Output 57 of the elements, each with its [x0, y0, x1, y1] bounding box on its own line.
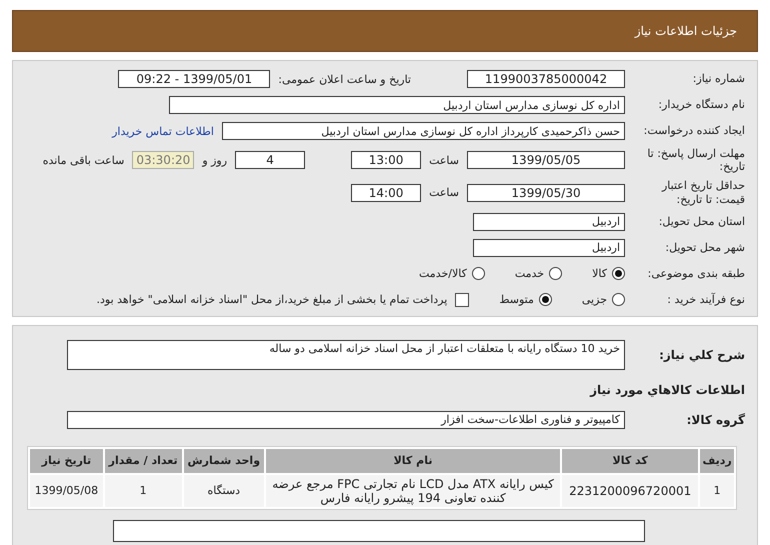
deadline-time-field: 13:00: [351, 151, 422, 170]
radio-label: کالا: [592, 267, 607, 280]
deadline-date-field: 1399/05/05: [467, 151, 625, 170]
column-header: تاریخ نیاز: [30, 448, 103, 473]
section-heading: اطلاعات کالاهاي مورد نياز: [590, 382, 745, 397]
field-label: ایجاد کننده درخواست:: [642, 124, 745, 138]
column-header: تعداد / مقدار: [104, 448, 182, 473]
field-label: نام دستگاه خریدار:: [657, 98, 745, 112]
field-label: گروه کالا:: [686, 412, 745, 427]
column-header: نام کالا: [266, 448, 560, 473]
need-number-field: 1199003785000042: [467, 70, 625, 88]
field-label: حداقل تاریخ اعتبار قیمت: تا تاریخ:: [660, 179, 745, 206]
days-label: روز و: [202, 154, 228, 167]
city-field: اردبیل: [473, 238, 625, 257]
radio-label: کالا/خدمت: [419, 267, 467, 280]
field-label: شهر محل تحویل:: [664, 241, 745, 254]
field-label: تاریخ و ساعت اعلان عمومی:: [278, 72, 411, 86]
goods-group-field: کامپیوتر و فناوری اطلاعات-سخت افزار: [67, 410, 625, 429]
radio-button[interactable]: [472, 267, 485, 280]
table-cell: 2231200096720001: [562, 474, 698, 507]
field-label: نوع فرآیند خرید :: [666, 293, 745, 306]
radio-label: خدمت: [514, 267, 544, 280]
table-cell: دستگاه: [184, 474, 264, 507]
remaining-time-field: 03:30:20: [132, 151, 194, 170]
field-label: استان محل تحویل:: [658, 215, 745, 228]
description-field: خرید 10 دستگاه رایانه با متعلقات اعتبار از محل اسناد خزانه اسلامی دو ساله: [67, 340, 625, 370]
radio-button[interactable]: [612, 267, 625, 280]
time-label: ساعت: [429, 154, 459, 167]
days-field: 4: [235, 151, 306, 170]
field-label: شرح کلي نياز:: [658, 348, 745, 362]
page-header: جزئیات اطلاعات نیاز: [12, 10, 758, 52]
radio-button[interactable]: [538, 293, 552, 306]
time-label: ساعت: [429, 186, 459, 200]
table-cell: 1: [104, 474, 182, 507]
column-header: کد کالا: [562, 448, 698, 473]
radio-label: جزیی: [582, 293, 607, 306]
table-cell: 1399/05/08: [30, 474, 103, 507]
field-label: طبقه بندی موضوعی:: [646, 267, 745, 280]
announce-date-field: 1399/05/01 - 09:22: [118, 70, 270, 88]
radio-label: متوسط: [499, 293, 534, 306]
column-header: ردیف: [700, 448, 734, 473]
buyer-field: اداره کل نوسازی مدارس استان اردبیل: [169, 96, 625, 114]
field-label: مهلت ارسال پاسخ: تا تاریخ:: [646, 147, 745, 174]
validity-time-field: 14:00: [351, 184, 422, 202]
validity-date-field: 1399/05/30: [467, 184, 625, 202]
province-field: اردبیل: [473, 212, 625, 231]
creator-field: حسن ذاکرحمیدی کارپرداز اداره کل نوسازی مدارس استان اردبیل: [222, 122, 625, 140]
treasury-label: پرداخت تمام یا بخشی از مبلغ خرید،از محل "اسناد خزانه اسلامی" خواهد بود.: [96, 293, 448, 306]
column-header: واحد شمارش: [184, 448, 264, 473]
remaining-label: ساعت باقی مانده: [42, 154, 124, 167]
table-cell: کیس رایانه ATX مدل LCD نام تجارتی FPC مرجع عرضه کننده تعاونی 194 پیشرو رایانه فارس: [266, 474, 560, 507]
table-cell: 1: [700, 474, 734, 507]
radio-button[interactable]: [612, 293, 625, 306]
radio-button[interactable]: [549, 267, 562, 280]
contact-link[interactable]: اطلاعات تماس خریدار: [112, 124, 214, 138]
checkbox[interactable]: [455, 292, 470, 307]
field-label: شماره نیاز:: [692, 72, 745, 86]
